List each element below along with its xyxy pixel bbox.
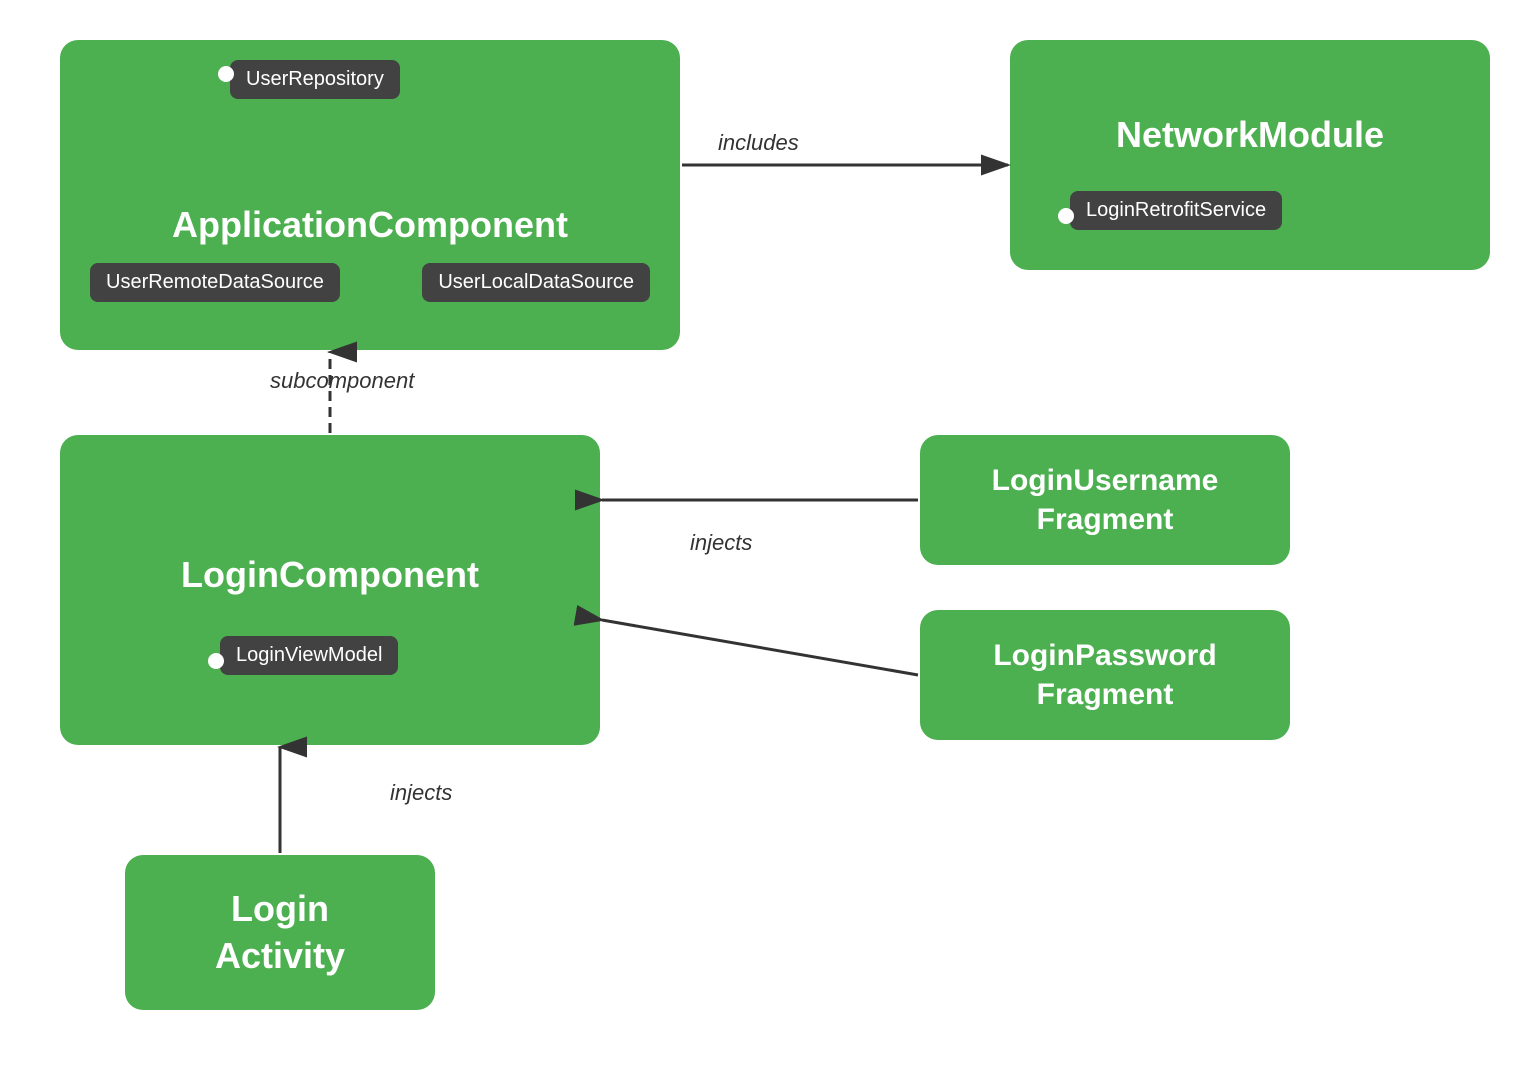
subcomponent-label: subcomponent: [270, 368, 414, 394]
application-component-label: ApplicationComponent: [172, 203, 568, 246]
application-component-box: ApplicationComponent UserRepository User…: [60, 40, 680, 350]
includes-label: includes: [718, 130, 799, 156]
login-password-fragment-label: LoginPasswordFragment: [993, 636, 1216, 714]
login-username-fragment-label: LoginUsernameFragment: [992, 461, 1219, 539]
login-component-box: LoginComponent LoginViewModel: [60, 435, 600, 745]
user-remote-data-source-chip: UserRemoteDataSource: [90, 263, 340, 302]
network-module-label: NetworkModule: [1116, 113, 1384, 156]
login-component-label: LoginComponent: [181, 553, 479, 596]
user-repository-dot: [218, 66, 234, 82]
login-view-model-dot: [208, 653, 224, 669]
login-username-fragment-box: LoginUsernameFragment: [920, 435, 1290, 565]
login-retrofit-service-dot: [1058, 208, 1074, 224]
login-password-fragment-box: LoginPasswordFragment: [920, 610, 1290, 740]
user-local-data-source-chip: UserLocalDataSource: [422, 263, 650, 302]
login-view-model-chip: LoginViewModel: [220, 636, 398, 675]
injects-label: injects: [690, 530, 752, 556]
login-activity-box: LoginActivity: [125, 855, 435, 1010]
injects-arrow-password: [602, 620, 918, 675]
diagram-container: ApplicationComponent UserRepository User…: [0, 0, 1535, 1068]
user-repository-chip: UserRepository: [230, 60, 400, 99]
injects-bottom-label: injects: [390, 780, 452, 806]
login-activity-label: LoginActivity: [215, 886, 345, 980]
login-retrofit-service-chip: LoginRetrofitService: [1070, 191, 1282, 230]
network-module-box: NetworkModule LoginRetrofitService: [1010, 40, 1490, 270]
